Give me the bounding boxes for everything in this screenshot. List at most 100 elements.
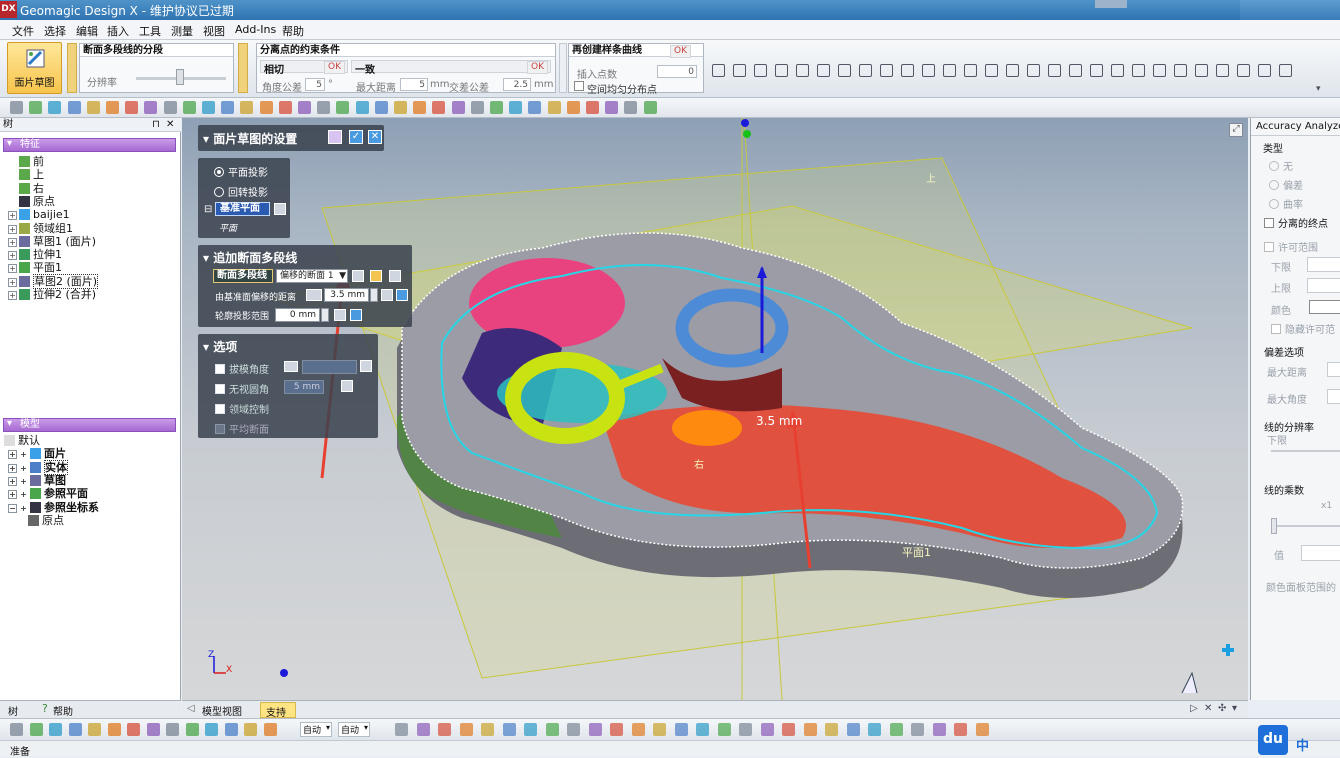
feature-tree-item[interactable]: 上 (8, 168, 44, 181)
toolbar-tool-icon[interactable] (202, 101, 215, 114)
sketch-tool-icon[interactable] (859, 64, 872, 77)
visibility-icon[interactable]: + (19, 464, 28, 474)
feature-tree-item[interactable]: + 拉伸1 (8, 248, 62, 261)
sketch-tool-icon[interactable] (1216, 64, 1229, 77)
feature-tree-item[interactable]: + 草图1 (面片) (8, 235, 96, 248)
zoom-fit-icon[interactable] (1222, 644, 1234, 656)
sketch-tool-icon[interactable] (754, 64, 767, 77)
toolbar-tool-icon[interactable] (336, 101, 350, 114)
draft-pick-icon[interactable] (360, 360, 372, 372)
radio-plane[interactable] (214, 167, 224, 177)
3d-viewport[interactable]: 上 右 平面1 3.5 mm ⤢ Z X ▾ 面片草图的设置 ✓ ✕ 平面投影 … (182, 118, 1248, 700)
toolbar-tool-icon[interactable] (163, 101, 177, 114)
toolbar-tool-icon[interactable] (221, 101, 235, 114)
toolbar-tool-icon[interactable] (67, 101, 81, 114)
toolbar-tool-icon[interactable] (588, 723, 602, 736)
visibility-icon[interactable]: + (19, 491, 28, 500)
section-polyline-button[interactable]: 断面多段线 (213, 269, 273, 283)
chevron-down-icon[interactable]: ▾ (326, 723, 330, 732)
feature-tree-item[interactable]: + baijie1 (8, 208, 70, 221)
blend-option[interactable]: 无视圆角 (215, 381, 269, 396)
toolbar-tool-icon[interactable] (605, 101, 619, 114)
expand-icon[interactable]: + (8, 490, 17, 500)
expand-icon[interactable]: + (8, 277, 17, 287)
resolution-slider-thumb[interactable] (176, 69, 184, 85)
confirm-icon[interactable]: ✓ (349, 130, 363, 144)
sketch-tool-icon[interactable] (1237, 64, 1250, 77)
toolbar-tool-icon[interactable] (803, 723, 817, 736)
spline-ok-button[interactable]: OK (670, 45, 691, 58)
feature-tree-item[interactable]: + 草图2 (面片) (8, 273, 99, 289)
window-control-area[interactable] (1095, 0, 1127, 8)
resolution-slider[interactable] (1271, 450, 1340, 452)
toolbar-tool-icon[interactable] (146, 723, 160, 736)
toolbar-tool-icon[interactable] (696, 723, 709, 736)
feature-tree-item[interactable]: + 平面1 (8, 261, 62, 274)
view-tool-icon[interactable] (1181, 671, 1198, 694)
toolbar-tool-icon[interactable] (48, 101, 62, 114)
sketch-tool-icon[interactable] (1027, 64, 1040, 77)
toolbar-tool-icon[interactable] (975, 723, 989, 736)
toolbar-tool-icon[interactable] (586, 101, 599, 114)
angle-tolerance-field[interactable]: 5 (305, 78, 325, 91)
toolbar-tool-icon[interactable] (528, 101, 542, 114)
toolbar-tool-icon[interactable] (846, 723, 860, 736)
toolbar-tool-icon[interactable] (29, 101, 43, 114)
tab-help[interactable]: 帮助 (53, 703, 73, 718)
maximize-viewport-icon[interactable]: ⤢ (1229, 123, 1243, 137)
menu-insert[interactable]: 插入 (107, 23, 129, 39)
toolbar-tool-icon[interactable] (144, 101, 158, 114)
menu-select[interactable]: 选择 (44, 23, 66, 39)
toolbar-tool-icon[interactable] (107, 723, 121, 736)
tab-support[interactable]: 支持 (260, 702, 296, 719)
uniform-points-checkbox[interactable] (574, 81, 584, 91)
toolbar-tool-icon[interactable] (825, 723, 838, 736)
separate-endpoints-checkbox[interactable] (1264, 218, 1274, 228)
draft-mode-icon[interactable] (284, 361, 298, 372)
sketch-tool-icon[interactable] (922, 64, 935, 77)
multiplier-slider-thumb[interactable] (1271, 518, 1277, 534)
toolbar-tool-icon[interactable] (490, 101, 503, 114)
radio-deviation-button[interactable] (1269, 180, 1279, 190)
toolbar-tool-icon[interactable] (782, 723, 795, 736)
average-section-option[interactable]: 平均断面 (215, 421, 269, 436)
toolbar-tool-icon[interactable] (395, 723, 408, 736)
expand-icon[interactable]: + (8, 237, 17, 247)
toolbar-tool-icon[interactable] (610, 723, 623, 736)
expand-icon[interactable]: + (8, 291, 17, 300)
toolbar-tool-icon[interactable] (653, 723, 666, 736)
offset-spinner[interactable] (370, 288, 378, 302)
toolbar-tool-icon[interactable] (674, 723, 688, 736)
pin-icon[interactable]: ⊓ (152, 118, 160, 132)
draft-angle-field[interactable] (302, 360, 357, 374)
blend-field[interactable]: 5 mm (284, 380, 324, 394)
range-pick-icon[interactable] (334, 309, 346, 321)
menu-edit[interactable]: 编辑 (76, 23, 98, 39)
toolbar-tool-icon[interactable] (263, 723, 277, 736)
sketch-tool-icon[interactable] (1111, 64, 1124, 77)
expand-icon[interactable]: + (8, 463, 17, 473)
toolbar-tool-icon[interactable] (432, 101, 446, 114)
separate-endpoints[interactable]: 分离的终点 (1264, 215, 1328, 230)
feature-tree-item[interactable]: 前 (8, 155, 44, 168)
collapse-icon[interactable]: ▾ (7, 418, 12, 430)
filter-mode-combo[interactable]: 自动 ▾ (338, 722, 370, 737)
toolbar-tool-icon[interactable] (125, 101, 139, 114)
ribbon-expand-icon[interactable]: ▾ (1316, 84, 1321, 94)
tolerance-option[interactable]: 许可范围 (1264, 239, 1318, 254)
collapse-arrow-icon[interactable] (559, 43, 567, 93)
sketch-tool-icon[interactable] (880, 64, 893, 77)
toolbar-tool-icon[interactable] (566, 101, 580, 114)
features-section[interactable]: ▾ 特征 (3, 138, 176, 152)
model-tree-item[interactable]: + + 实体 (8, 459, 68, 475)
max-angle-field[interactable] (1327, 389, 1340, 404)
draft-angle-option[interactable]: 拔模角度 (215, 361, 269, 376)
toolbar-tool-icon[interactable] (545, 723, 559, 736)
toolbar-tool-icon[interactable] (88, 723, 101, 736)
tab-model-view[interactable]: 模型视图 (202, 703, 242, 718)
toolbar-tool-icon[interactable] (10, 723, 23, 736)
toolbar-tool-icon[interactable] (739, 723, 752, 736)
toolbar-tool-icon[interactable] (624, 101, 638, 114)
blend-checkbox[interactable] (215, 384, 225, 394)
toolbar-tool-icon[interactable] (298, 101, 311, 114)
